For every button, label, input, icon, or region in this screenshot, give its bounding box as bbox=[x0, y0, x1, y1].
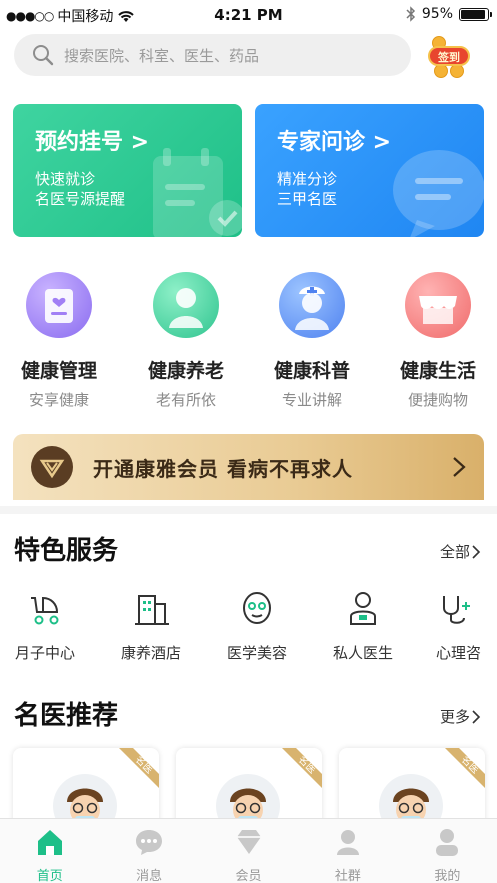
signin-label: 签到 bbox=[428, 46, 470, 66]
bluetooth-icon bbox=[406, 6, 415, 22]
tab-bar: 首页 消息 会员 社群 我的 bbox=[0, 818, 497, 883]
search-placeholder: 搜索医院、科室、医生、药品 bbox=[64, 46, 260, 65]
service-label: 月子中心 bbox=[14, 644, 75, 662]
consult-line2: 三甲名医 bbox=[277, 190, 338, 208]
building-icon bbox=[135, 595, 169, 625]
status-bar: ●●●○○ 中国移动 4:21 PM 95% bbox=[0, 0, 497, 30]
appointment-card[interactable]: 预约挂号 > 快速就诊 名医号源提醒 bbox=[13, 104, 242, 237]
chevron-right-icon bbox=[472, 544, 481, 559]
service-private-doctor[interactable]: 私人医生 bbox=[318, 588, 408, 663]
category-desc: 专业讲解 bbox=[281, 391, 342, 409]
famous-doctor-ribbon: 名医 bbox=[119, 748, 159, 788]
category-label: 健康养老 bbox=[147, 360, 224, 382]
appointment-line1: 快速就诊 bbox=[35, 170, 96, 188]
message-icon bbox=[136, 830, 163, 855]
tab-messages[interactable]: 消息 bbox=[99, 819, 198, 883]
service-label: 心理咨 bbox=[436, 644, 482, 662]
doctors-more-link[interactable]: 更多 bbox=[440, 706, 481, 727]
diamond-icon bbox=[236, 830, 261, 854]
more-label: 全部 bbox=[439, 543, 470, 561]
famous-doctor-ribbon: 名医 bbox=[282, 748, 322, 788]
category-elderly-care[interactable]: 健康养老 老有所依 bbox=[124, 272, 248, 410]
nurse-icon bbox=[279, 272, 345, 338]
tab-label: 首页 bbox=[36, 869, 63, 883]
famous-doctor-ribbon: 名医 bbox=[445, 748, 485, 788]
doctor-card[interactable]: 名医 bbox=[339, 748, 485, 828]
status-right: 95% bbox=[406, 6, 492, 22]
tab-label: 社群 bbox=[334, 869, 361, 883]
chevron-right-icon bbox=[472, 709, 481, 724]
vip-text: 开通康雅会员 看病不再求人 bbox=[93, 456, 353, 481]
consult-line1: 精准分诊 bbox=[277, 170, 338, 188]
search-bar[interactable]: 搜索医院、科室、医生、药品 bbox=[14, 34, 411, 76]
doctor-card[interactable]: 名医 bbox=[13, 748, 159, 828]
face-mask-icon bbox=[243, 592, 271, 624]
service-label: 康养酒店 bbox=[120, 644, 181, 662]
category-science[interactable]: 健康科普 专业讲解 bbox=[250, 272, 374, 410]
signin-button[interactable]: 签到 bbox=[424, 36, 474, 78]
service-hotel[interactable]: 康养酒店 bbox=[106, 588, 196, 663]
tab-label: 我的 bbox=[434, 869, 461, 883]
vip-logo-icon bbox=[31, 446, 73, 488]
tab-home[interactable]: 首页 bbox=[0, 819, 99, 883]
community-icon bbox=[336, 830, 359, 855]
search-icon bbox=[33, 45, 54, 66]
elderly-person-icon bbox=[153, 272, 219, 338]
calendar-icon bbox=[153, 148, 242, 237]
tab-label: 会员 bbox=[235, 869, 262, 883]
doctor-icon bbox=[350, 592, 376, 625]
consult-title: 专家问诊 > bbox=[277, 130, 392, 155]
battery-icon bbox=[459, 7, 492, 21]
baby-stroller-icon bbox=[31, 596, 59, 625]
category-lifestyle[interactable]: 健康生活 便捷购物 bbox=[376, 272, 497, 410]
category-health-management[interactable]: 健康管理 安享健康 bbox=[0, 272, 121, 410]
featured-title: 特色服务 bbox=[14, 536, 119, 566]
category-label: 健康生活 bbox=[399, 360, 476, 382]
category-desc: 安享健康 bbox=[28, 391, 89, 409]
vip-banner[interactable]: 开通康雅会员 看病不再求人 bbox=[13, 434, 484, 500]
person-icon bbox=[436, 829, 459, 856]
home-icon bbox=[37, 830, 62, 855]
tab-label: 消息 bbox=[136, 869, 163, 883]
service-beauty[interactable]: 医学美容 bbox=[212, 588, 302, 663]
doctors-title: 名医推荐 bbox=[14, 701, 119, 731]
tab-membership[interactable]: 会员 bbox=[199, 819, 298, 883]
chevron-right-icon bbox=[453, 457, 466, 477]
featured-more-link[interactable]: 全部 bbox=[440, 541, 481, 562]
appointment-line2: 名医号源提醒 bbox=[35, 190, 126, 208]
stethoscope-icon bbox=[443, 596, 470, 624]
service-label: 私人医生 bbox=[332, 644, 393, 662]
section-divider bbox=[0, 506, 497, 514]
category-label: 健康科普 bbox=[273, 360, 350, 382]
chat-bubble-icon bbox=[393, 150, 484, 237]
category-desc: 老有所依 bbox=[155, 391, 216, 409]
service-postpartum[interactable]: 月子中心 bbox=[0, 588, 90, 663]
tab-profile[interactable]: 我的 bbox=[398, 819, 497, 883]
doctor-card[interactable]: 名医 bbox=[176, 748, 322, 828]
battery-percent: 95% bbox=[421, 6, 453, 22]
service-psychology[interactable]: 心理咨 bbox=[420, 588, 497, 663]
appointment-title: 预约挂号 > bbox=[35, 130, 150, 155]
category-desc: 便捷购物 bbox=[407, 391, 468, 409]
more-label: 更多 bbox=[439, 708, 470, 726]
consult-card[interactable]: 专家问诊 > 精准分诊 三甲名医 bbox=[255, 104, 484, 237]
battery-fill bbox=[461, 9, 485, 19]
clipboard-heart-icon bbox=[26, 272, 92, 338]
shop-icon bbox=[405, 272, 471, 338]
category-label: 健康管理 bbox=[20, 360, 97, 382]
service-label: 医学美容 bbox=[226, 644, 287, 662]
tab-community[interactable]: 社群 bbox=[298, 819, 397, 883]
